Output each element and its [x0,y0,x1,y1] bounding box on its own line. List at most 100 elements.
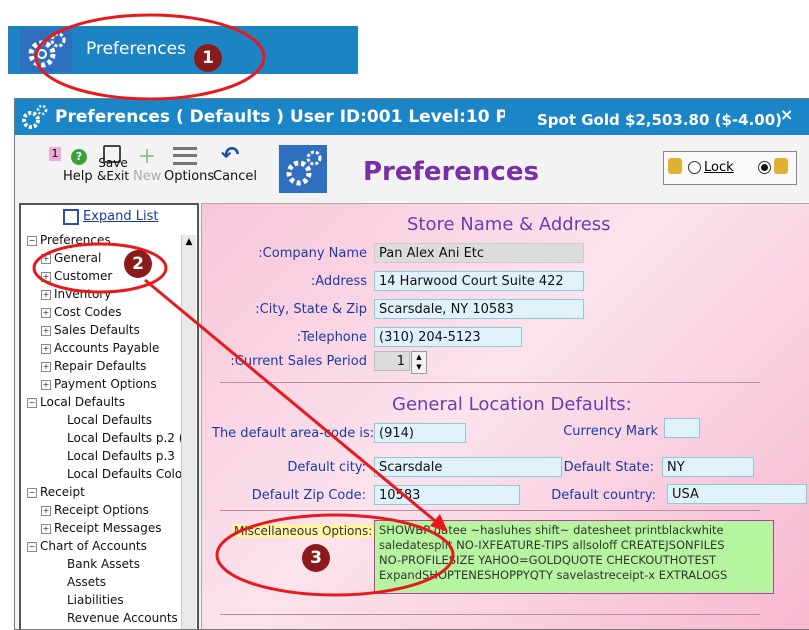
tree-item[interactable]: − Receipt [27,485,85,499]
tree-item[interactable]: Bank Assets [55,557,140,571]
launcher-label: Preferences [86,39,186,59]
expand-icon[interactable]: + [41,380,51,390]
expand-icon[interactable]: + [41,308,51,318]
tree-item[interactable]: + Cost Codes [41,305,121,319]
undo-icon: ↶ [221,143,240,168]
sales-period-field[interactable]: 1 [374,351,410,371]
collapse-icon[interactable]: − [27,398,37,408]
default-zip-label: Default Zip Code: [251,488,366,503]
city-state-zip-label: :City, State & Zip [255,302,367,317]
tree-item-label: Receipt Messages [54,521,162,535]
tree-item[interactable]: + General [41,251,101,265]
help-shortcut-badge: 1 [49,147,61,161]
currency-mark-label: Currency Mark [563,424,658,439]
tree-item[interactable]: + Receipt Messages [41,521,161,535]
unlock-radio[interactable] [758,161,771,174]
default-country-field[interactable]: USA [667,484,807,504]
lock-icon [668,158,682,174]
tree-item[interactable]: Assets [55,575,106,589]
annotation-number-1: 1 [194,44,222,72]
expand-icon[interactable]: + [41,506,51,516]
collapse-icon[interactable]: − [27,542,37,552]
tree-item[interactable]: + Repair Defaults [41,359,146,373]
expand-icon[interactable]: + [41,272,51,282]
company-name-field[interactable]: Pan Alex Ani Etc [374,243,584,263]
tree-item-label: Chart of Accounts [40,539,147,553]
address-field[interactable]: 14 Harwood Court Suite 422 [374,271,584,291]
lock-radio[interactable] [688,161,701,174]
expand-list-link[interactable]: Expand List [83,209,158,224]
tree-item[interactable]: Local Defaults p.2 (ta [55,431,195,445]
tree-item[interactable]: + Sales Defaults [41,323,140,337]
tree-item-label: Receipt Options [54,503,149,517]
tree-item[interactable]: + Customer [41,269,112,283]
tree-item-label: Inventory [54,287,112,301]
title-bar[interactable]: Preferences ( Defaults ) User ID:001 Lev… [15,99,809,135]
default-state-field[interactable]: NY [662,457,754,477]
unlock-icon [774,158,788,174]
misc-options-textarea[interactable]: SHOWBP datee ~hasluhes shift~ datesheet … [374,520,774,594]
section-divider [220,382,760,383]
close-button[interactable]: × [780,105,793,124]
city-state-zip-field[interactable]: Scarsdale, NY 10583 [374,299,584,319]
spot-gold-price: Spot Gold $2,503.80 ($-4.00) [537,111,783,129]
tree-item[interactable]: − Local Defaults [27,395,125,409]
help-button[interactable]: Help [63,169,93,184]
options-button[interactable]: Options [164,169,214,184]
misc-line: ExpandSHOPTENESHOPPYQTY savelastreceipt-… [379,568,728,582]
tree-item[interactable]: Local Defaults Color [55,467,187,481]
telephone-field[interactable]: (310) 204-5123 [374,327,522,347]
tree-item[interactable]: + Accounts Payable [41,341,159,355]
default-state-label: Default State: [563,460,654,475]
tree-item[interactable]: + Inventory [41,287,111,301]
tree-item[interactable]: Local Defaults p.3 [55,449,175,463]
collapse-icon[interactable]: − [27,488,37,498]
misc-options-label: Miscellaneous Options: [232,524,375,538]
tree-item-label: Assets [67,575,107,589]
tree-scrollbar[interactable]: ▲ [181,235,196,629]
misc-line: saledatesplit NO-IXFEATURE-TIPS allsolof… [379,538,725,552]
sales-period-label: :Current Sales Period [230,354,367,369]
default-zip-field[interactable]: 10583 [374,485,520,505]
new-button[interactable]: New [133,169,161,184]
tree-item-label: Local Defaults p.3 [67,449,175,463]
settings-tree-panel: Expand List − Preferences + General + Custome… [19,203,199,629]
default-city-field[interactable]: Scarsdale [374,457,562,477]
tree-item-label: Sales Defaults [54,323,140,337]
tree-item-label: Receipt [40,485,85,499]
expand-icon[interactable]: + [41,290,51,300]
tree-item-label: Local Defaults Color [67,467,188,481]
tree-item-label: Local Defaults p.2 (ta [67,431,196,445]
expand-icon[interactable]: + [41,254,51,264]
window-title: Preferences ( Defaults ) User ID:001 Lev… [55,107,505,127]
default-country-label: Default country: [551,488,656,503]
tree-item[interactable]: Local Defaults [55,413,152,427]
tree-item[interactable]: Liabilities [55,593,124,607]
tree-item[interactable]: + Receipt Options [41,503,149,517]
collapse-icon[interactable]: − [27,236,37,246]
expand-icon[interactable]: + [41,524,51,534]
lock-label: Lock [704,160,734,175]
tree-item[interactable]: Revenue Accounts [55,611,178,625]
tree-item[interactable]: − Preferences [27,233,111,247]
expand-icon[interactable]: + [41,326,51,336]
currency-mark-field[interactable] [664,418,700,438]
save-exit-button[interactable]: Save &Exit [97,157,129,183]
cancel-button[interactable]: Cancel [213,169,257,184]
company-name-label: :Company Name [258,246,367,261]
sales-period-spinner[interactable]: ▲ ▼ [411,351,427,374]
expand-icon[interactable]: + [41,344,51,354]
tree-item-label: General [54,251,102,265]
store-section-heading: Store Name & Address [407,214,611,235]
section-divider [220,614,760,615]
tree-item[interactable]: + Payment Options [41,377,157,391]
page-title: Preferences [363,157,539,187]
tree-item[interactable]: − Chart of Accounts [27,539,147,553]
address-label: :Address [310,274,367,289]
preferences-launcher-tile[interactable]: Preferences [8,26,358,74]
area-code-field[interactable]: (914) [374,423,466,443]
location-section-heading: General Location Defaults: [392,394,632,415]
tree-item-label: Preferences [40,233,111,247]
gear-icon [20,28,72,72]
expand-icon[interactable]: + [41,362,51,372]
